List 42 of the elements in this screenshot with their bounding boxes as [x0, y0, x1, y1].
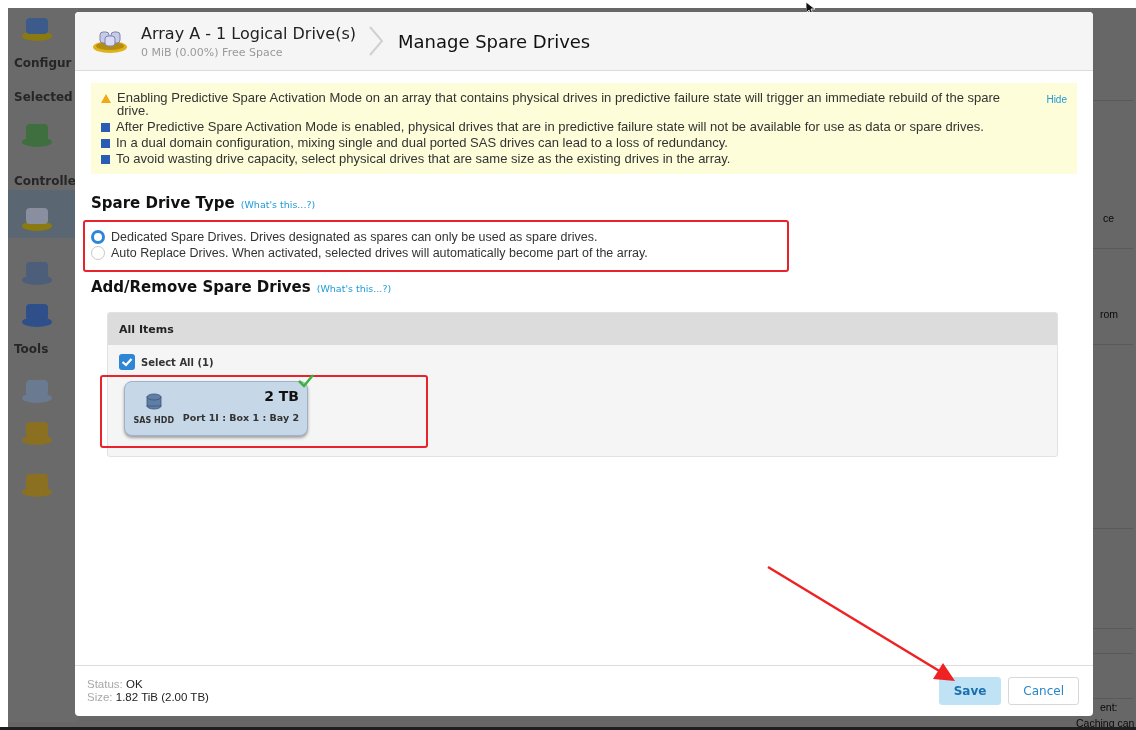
background-text: rom — [1100, 308, 1119, 320]
background-text: ent: — [1100, 701, 1118, 713]
radio-label[interactable]: Dedicated Spare Drives. Drives designated as spares can only be used as spare drives. — [111, 230, 598, 244]
drive-card[interactable]: SAS HDD 2 TB Port 1I : Box 1 : Bay 2 — [124, 381, 308, 436]
section-heading: Add/Remove Spare Drives — [91, 278, 311, 296]
radio-label[interactable]: Auto Replace Drives. When activated, selected drives will automatically become part of the array. — [111, 246, 648, 260]
size-label: Size: — [87, 691, 113, 703]
drive-location: Port 1I : Box 1 : Bay 2 — [182, 412, 299, 423]
chevron-icon — [367, 26, 384, 56]
sidebar-heading: Controlle — [14, 174, 76, 188]
checkbox[interactable] — [119, 354, 135, 370]
notice-text: Enabling Predictive Spare Activation Mode on an array that contains physical drives in predictive failure state will trigger an immediate rebuild of the spare drive. — [117, 91, 1002, 117]
drive-type: SAS HDD — [133, 415, 175, 425]
free-space-text: 0 MiB (0.00%) Free Space — [141, 45, 284, 59]
sidebar-heading: Configur — [14, 56, 72, 70]
radio-button[interactable] — [91, 230, 105, 244]
notice-text: In a dual domain configuration, mixing single and dual ported SAS drives can lead to a loss of redundancy. — [116, 136, 728, 149]
sidebar-heading: Selected — [14, 90, 73, 104]
notice-text: To avoid wasting drive capacity, select physical drives that are same size as the existing drives in the array. — [116, 152, 731, 165]
disk-icon — [145, 392, 162, 410]
warning-icon — [101, 94, 111, 103]
notice-text: After Predictive Spare Activation Mode is enabled, physical drives that are in predictive failure state will not be available for use as data or spare drives. — [116, 120, 984, 133]
bullet-icon — [101, 139, 110, 148]
background-text: Caching can — [1076, 717, 1135, 729]
check-icon — [298, 374, 314, 388]
bullet-icon — [101, 123, 110, 132]
bullet-icon — [101, 155, 110, 164]
status-value: OK — [126, 678, 143, 690]
sidebar-heading: Tools — [14, 342, 49, 356]
radio-button[interactable] — [91, 246, 105, 260]
background-text: ce — [1103, 212, 1115, 224]
save-button[interactable]: Save — [938, 677, 1002, 705]
list-header: All Items — [108, 313, 1057, 345]
array-icon — [91, 28, 129, 54]
array-title[interactable]: Array A - 1 Logical Drive(s) — [141, 23, 356, 43]
page-title: Manage Spare Drives — [397, 30, 591, 52]
checkbox-label[interactable]: Select All (1) — [141, 356, 214, 368]
status-label: Status: — [87, 678, 123, 690]
drive-capacity: 2 TB — [264, 388, 299, 404]
section-heading: Spare Drive Type — [91, 194, 235, 212]
cancel-button[interactable]: Cancel — [1008, 677, 1079, 705]
size-value: 1.82 TiB (2.00 TB) — [115, 691, 209, 703]
